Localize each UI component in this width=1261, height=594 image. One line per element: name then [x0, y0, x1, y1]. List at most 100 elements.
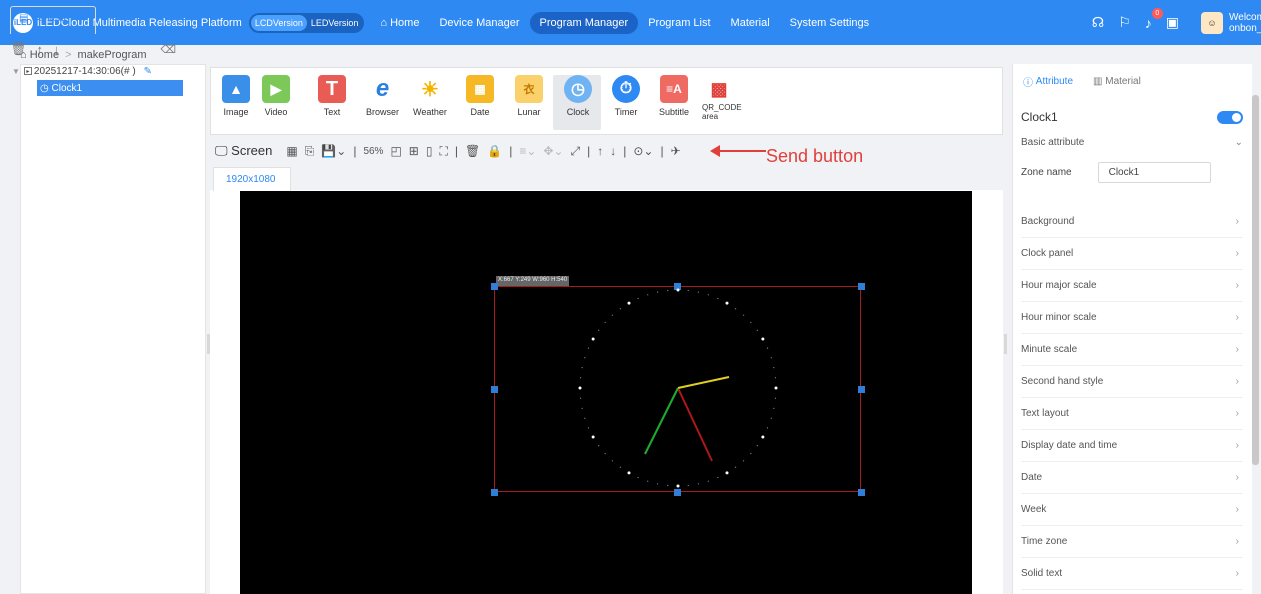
- resize-handle[interactable]: [858, 489, 865, 496]
- lcd-version-tab[interactable]: LCDVersion: [250, 14, 307, 31]
- tool-video[interactable]: ▶ Video: [262, 75, 290, 117]
- content-tab[interactable]: ▤ Content: [10, 6, 96, 34]
- attribute-section-row[interactable]: Week ›: [1021, 494, 1243, 526]
- avatar[interactable]: ☺: [1201, 11, 1223, 34]
- zone-name-input[interactable]: Clock1: [1097, 161, 1211, 183]
- attribute-section-label: Week: [1021, 504, 1047, 515]
- lock-icon[interactable]: 🔒: [487, 144, 502, 158]
- resize-handle[interactable]: [491, 489, 498, 496]
- align-icon[interactable]: ≡⌄: [519, 144, 536, 158]
- calendar-icon[interactable]: ▣: [1166, 14, 1179, 31]
- delete-icon[interactable]: 🗑: [465, 144, 480, 158]
- tool-timer[interactable]: ⏱ Timer: [612, 75, 640, 117]
- minute-scale-dot: [581, 367, 583, 369]
- tool-browser[interactable]: e Browser: [366, 75, 399, 117]
- resize-handle[interactable]: [491, 386, 498, 393]
- minute-scale-dot: [770, 357, 772, 359]
- zone-visible-toggle[interactable]: [1217, 110, 1243, 124]
- screen-button[interactable]: 🖵 Screen: [215, 143, 279, 159]
- led-version-tab[interactable]: LEDVersion: [307, 15, 363, 31]
- program-icon: ▸: [23, 67, 32, 75]
- flag-icon[interactable]: ⚐: [1118, 14, 1131, 31]
- attribute-section-row[interactable]: Background ›: [1021, 206, 1243, 238]
- clear-icon[interactable]: ⌫: [160, 43, 176, 56]
- attribute-section-row[interactable]: Second hand style ›: [1021, 366, 1243, 398]
- attribute-section-row[interactable]: Hour minor scale ›: [1021, 302, 1243, 334]
- tab-attribute[interactable]: ⓘ Attribute: [1013, 64, 1083, 98]
- minute-scale-dot: [587, 347, 590, 349]
- resize-handle[interactable]: [491, 283, 498, 290]
- resize-handle[interactable]: [674, 489, 681, 496]
- tab-material[interactable]: ▥ Material: [1083, 64, 1151, 98]
- attribute-section-row[interactable]: Solid text ›: [1021, 558, 1243, 590]
- grid-icon[interactable]: ▦: [286, 144, 297, 158]
- tool-subtitle[interactable]: ≡A Subtitle: [659, 75, 689, 117]
- attribute-section-row[interactable]: Hour major scale ›: [1021, 270, 1243, 302]
- send-button-annotation: Send button: [766, 146, 864, 166]
- right-panel-scrollbar[interactable]: [1252, 95, 1259, 465]
- attribute-section-label: Text layout: [1021, 408, 1069, 419]
- tool-clock[interactable]: ◷ Clock: [564, 75, 592, 117]
- attribute-section-row[interactable]: Text layout ›: [1021, 398, 1243, 430]
- send-icon[interactable]: ✈: [671, 144, 681, 158]
- nav-device-manager[interactable]: Device Manager: [429, 12, 529, 34]
- resize-handle[interactable]: [858, 386, 865, 393]
- tool-date[interactable]: ▦ Date: [466, 75, 494, 117]
- fullscreen-icon[interactable]: ⛶: [439, 144, 447, 159]
- second-hand: [644, 387, 679, 455]
- expand-icon[interactable]: ⤢: [570, 144, 580, 159]
- attribute-section-label: Solid text: [1021, 568, 1063, 579]
- tool-qr-code-area[interactable]: ▩ QR_CODE area: [698, 75, 742, 121]
- nav-system-settings[interactable]: System Settings: [780, 12, 879, 34]
- nav-material[interactable]: Material: [721, 12, 780, 34]
- minute-scale-dot: [735, 466, 737, 468]
- nav-program-manager[interactable]: Program Manager: [529, 11, 639, 34]
- distribute-icon[interactable]: ✥⌄: [543, 144, 563, 158]
- attribute-section-row[interactable]: Clock panel ›: [1021, 238, 1243, 270]
- resolution-tab[interactable]: 1920x1080: [213, 167, 291, 191]
- layer-down-icon[interactable]: ↓: [610, 144, 616, 158]
- chevron-right-icon: ›: [1235, 216, 1239, 227]
- minute-scale-dot: [637, 297, 639, 300]
- copy-icon[interactable]: ⎘: [305, 144, 315, 159]
- tree-item-clock1[interactable]: ◷ Clock1: [37, 80, 183, 96]
- save-dropdown-icon[interactable]: 💾⌄: [321, 144, 346, 158]
- minute-scale-dot: [598, 445, 600, 447]
- resize-handle[interactable]: [858, 283, 865, 290]
- move-down-icon[interactable]: ↓: [53, 42, 60, 57]
- edit-icon[interactable]: ✎: [144, 66, 152, 77]
- tool-weather[interactable]: ☀ Weather: [413, 75, 447, 117]
- right-resize-handle[interactable]: [1004, 334, 1007, 354]
- minute-scale-dot: [697, 291, 699, 293]
- fit-icon[interactable]: ◰: [390, 144, 401, 158]
- minute-scale-dot: [697, 483, 699, 485]
- bell-icon[interactable]: ♪ 0: [1145, 7, 1163, 31]
- minute-scale-dot: [611, 314, 614, 316]
- play-dropdown-icon[interactable]: ⊙⌄: [633, 144, 653, 158]
- chevron-down-icon[interactable]: ▼: [12, 67, 20, 76]
- attribute-section-row[interactable]: Time zone ›: [1021, 526, 1243, 558]
- tool-text[interactable]: T Text: [318, 75, 346, 117]
- basic-attribute-header[interactable]: Basic attribute ⌄: [1021, 137, 1243, 148]
- toolbar-divider: |: [509, 144, 513, 158]
- hour-scale-dot: [676, 484, 680, 488]
- layer-up-icon[interactable]: ↑: [597, 144, 603, 158]
- nav-home[interactable]: ⌂ Home: [370, 12, 429, 34]
- delete-icon[interactable]: 🗑: [10, 41, 27, 57]
- headset-icon[interactable]: ☊: [1092, 14, 1104, 31]
- version-switch: LCDVersion LEDVersion: [248, 12, 365, 33]
- attribute-section-row[interactable]: Display date and time ›: [1021, 430, 1243, 462]
- tool-image[interactable]: ▲ Image: [222, 75, 250, 117]
- minute-scale-dot: [604, 452, 606, 455]
- move-up-icon[interactable]: ↑: [37, 42, 44, 57]
- program-tree-item[interactable]: ▼ ▸ 20251217-14:30:06(# ) ✎: [12, 63, 182, 79]
- zoom-in-icon[interactable]: ⊞: [409, 144, 419, 158]
- attribute-section-row[interactable]: Date ›: [1021, 462, 1243, 494]
- actual-size-icon[interactable]: ▯: [426, 144, 433, 158]
- attribute-section-label: Second hand style: [1021, 376, 1104, 387]
- minute-scale-dot: [773, 407, 775, 409]
- tool-lunar[interactable]: 衣 Lunar: [515, 75, 543, 117]
- attribute-section-label: Clock panel: [1021, 248, 1074, 259]
- attribute-section-row[interactable]: Minute scale ›: [1021, 334, 1243, 366]
- nav-program-list[interactable]: Program List: [638, 12, 720, 34]
